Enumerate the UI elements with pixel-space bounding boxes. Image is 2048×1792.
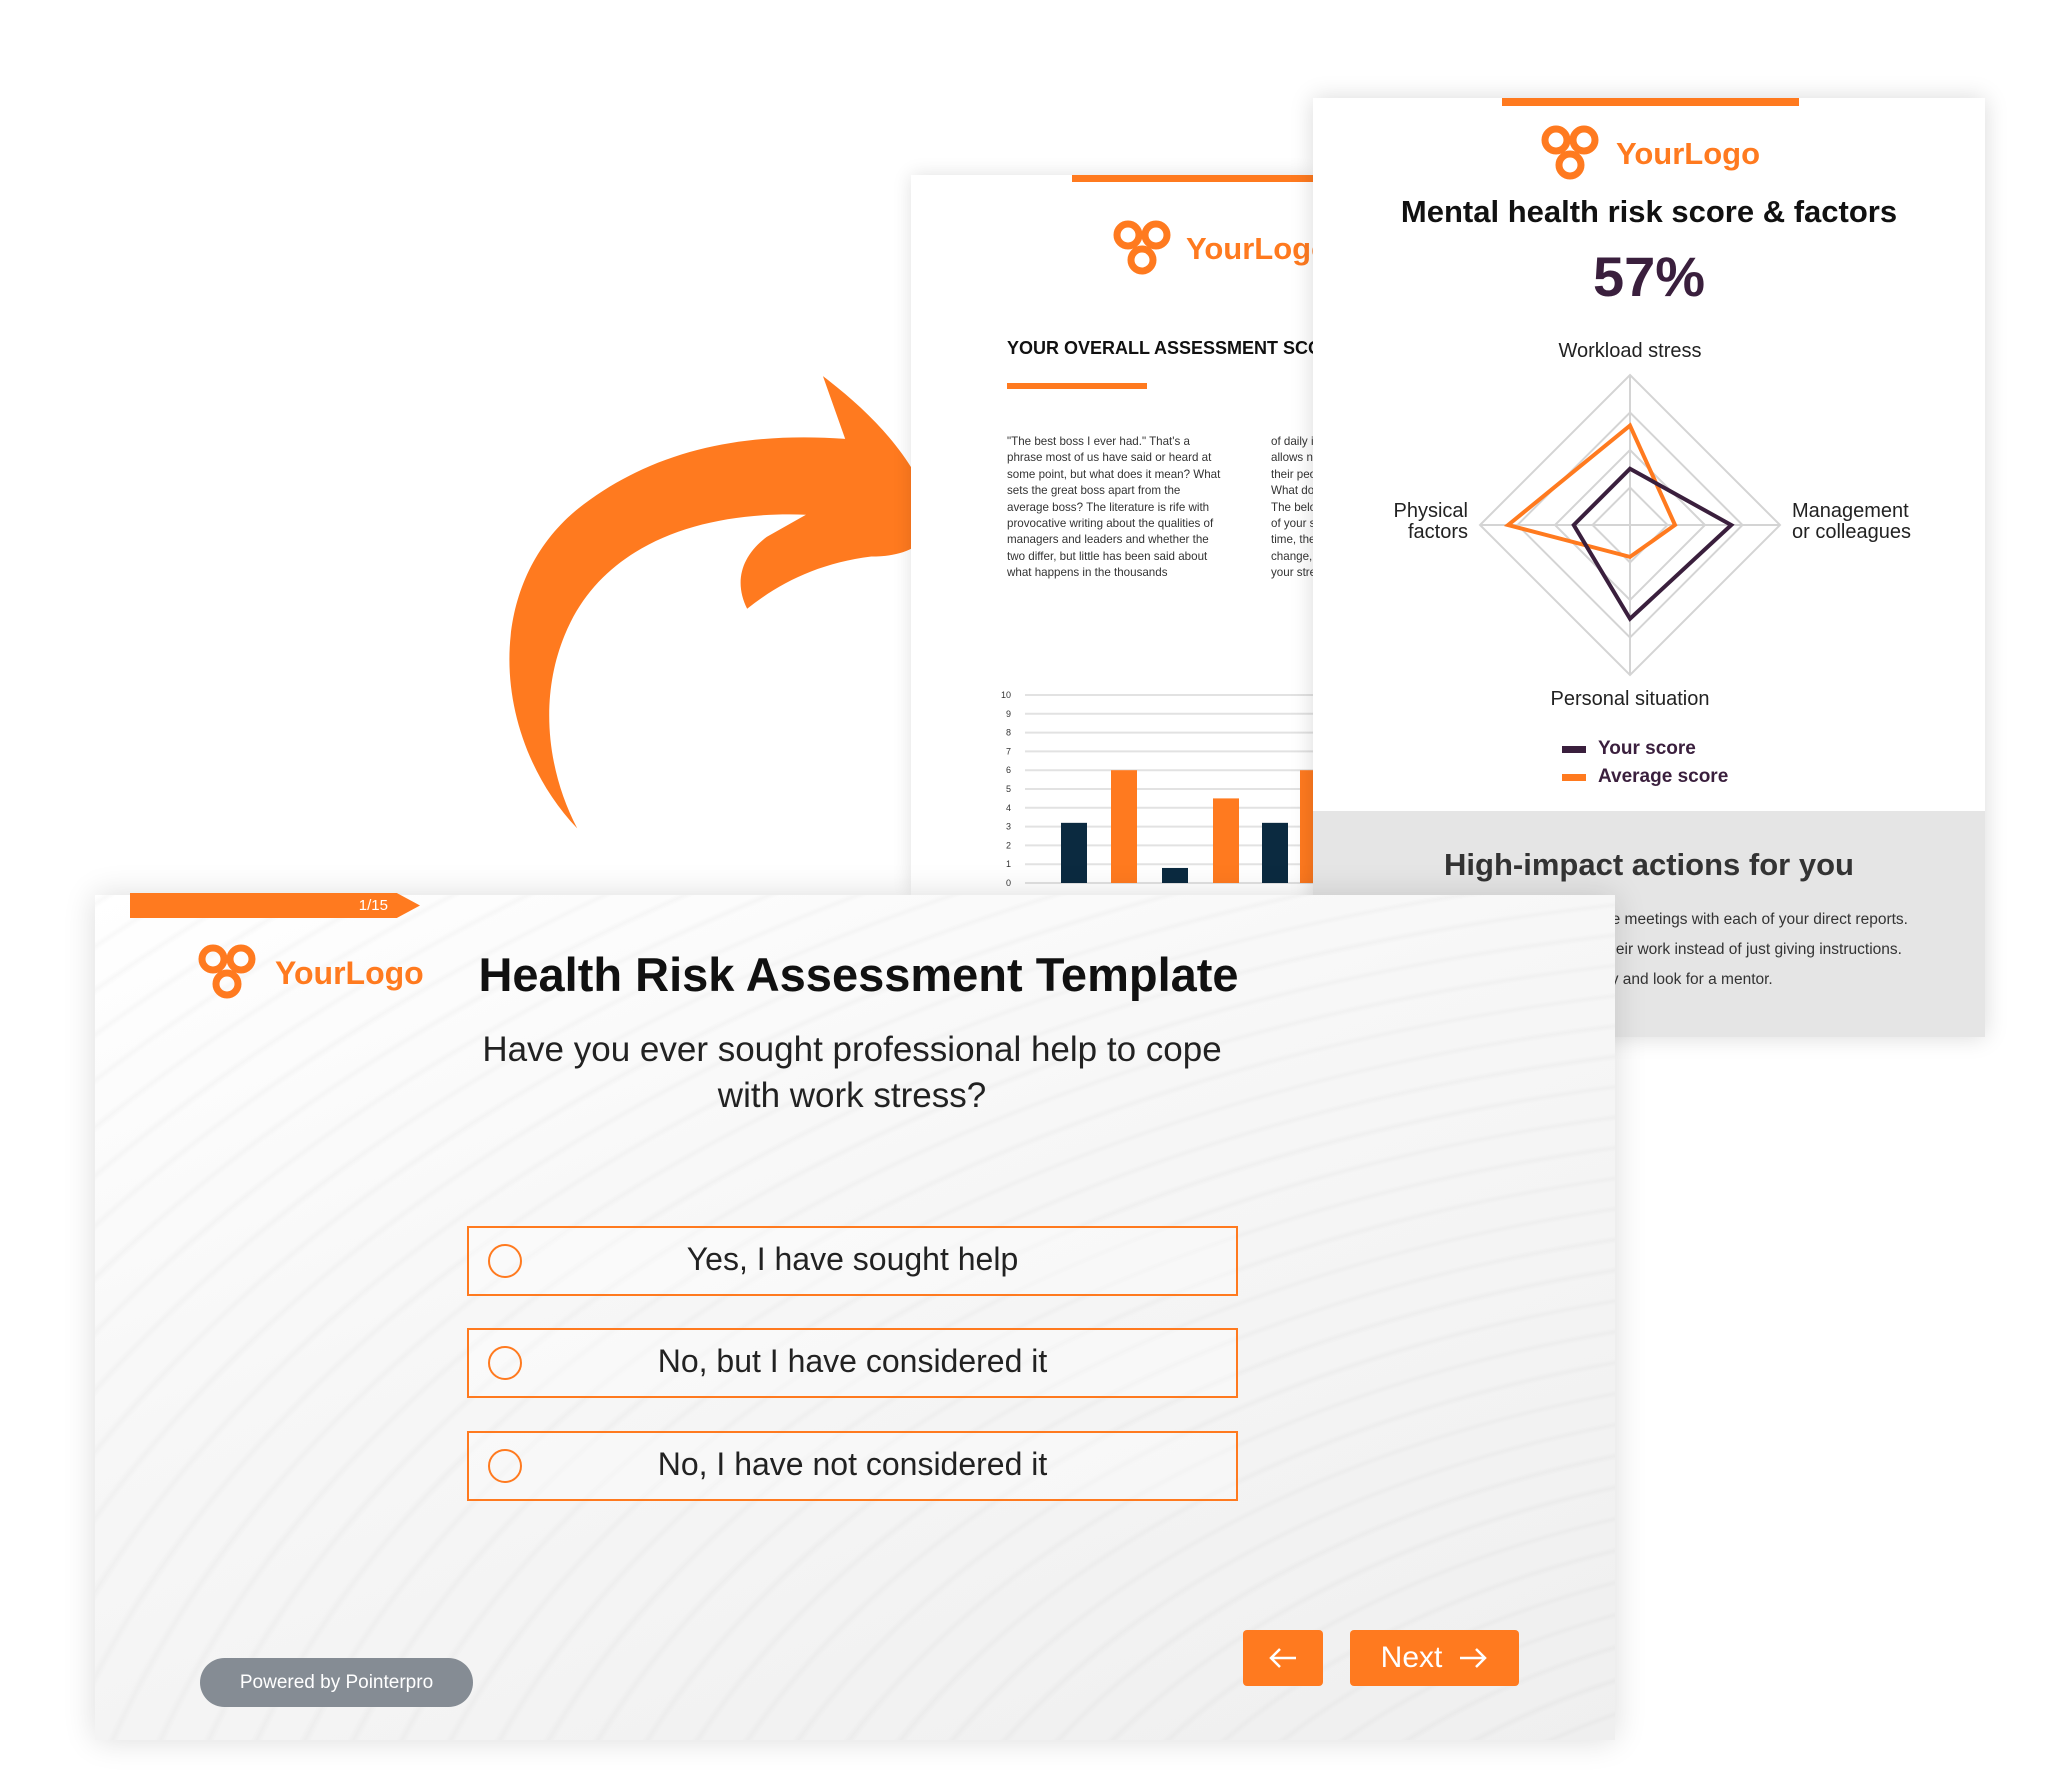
radar-series [1503, 422, 1678, 560]
bar-chart: 0 1 2 3 4 5 6 7 8 9 10 [1001, 690, 1313, 888]
radar-axis-label-line: or colleagues [1792, 521, 1911, 543]
doc-text-column-2: of daily i allows n their peo What do The be… [1271, 434, 1313, 582]
powered-by-badge[interactable]: Powered by Pointerpro [200, 1658, 473, 1707]
y-tick-label: 6 [1006, 765, 1011, 775]
doc-heading: YOUR OVERALL ASSESSMENT SCOR [1007, 338, 1313, 358]
doc-text-line: of your s [1271, 517, 1313, 531]
bar [1300, 770, 1313, 883]
answer-option-not-considered[interactable]: No, I have not considered it [467, 1431, 1238, 1501]
bar [1111, 770, 1137, 883]
radar-axis-label-line: Workload stress [1558, 340, 1701, 362]
curved-arrow-icon [509, 376, 935, 829]
question-text: Have you ever sought professional help t… [482, 1030, 1222, 1115]
legend-label: Average score [1598, 766, 1729, 787]
heading-underline [1007, 383, 1147, 389]
report-title: Mental health risk score & factors [1400, 194, 1898, 229]
arrow-left-icon [1269, 1648, 1296, 1668]
doc-text-line: their peo [1271, 467, 1313, 481]
logo-text: YourLogo [1186, 231, 1313, 266]
progress-indicator: 1/15 [130, 893, 420, 918]
radar-axis-label-line: Personal situation [1551, 688, 1710, 710]
logo-icon [198, 944, 256, 999]
arrow-right-icon [1460, 1648, 1488, 1668]
radar-axis-label: Workload stress [1558, 340, 1701, 362]
doc-text-column-1: "The best boss I ever had." That's a phr… [1007, 435, 1221, 580]
doc-text-line: change, [1271, 549, 1313, 563]
accent-bar [1502, 98, 1799, 106]
doc-text-line: time, the [1271, 533, 1313, 547]
logo: YourLogo [1540, 125, 1760, 183]
bar [1061, 822, 1087, 883]
action-item: their work instead of just giving instru… [1603, 941, 1902, 958]
y-tick-label: 8 [1006, 728, 1011, 738]
y-tick-label: 9 [1006, 709, 1011, 719]
option-label: No, but I have considered it [657, 1343, 1048, 1379]
risk-score: 57% [1592, 245, 1706, 308]
doc-text-line: of daily i [1271, 435, 1313, 448]
legend-your-score: Your score [1562, 738, 1696, 760]
radar-axis-label: Management or colleagues [1792, 500, 1911, 543]
y-tick-label: 3 [1006, 822, 1011, 832]
radar-axis-label: Personal situation [1551, 688, 1710, 710]
legend-average-score: Average score [1562, 766, 1728, 788]
logo-icon [1113, 220, 1171, 275]
y-tick-label: 1 [1006, 859, 1011, 869]
option-label: Yes, I have sought help [686, 1241, 1019, 1277]
logo: YourLogo [1112, 220, 1313, 278]
page-title: Health Risk Assessment Template [478, 948, 1239, 1001]
logo-text: YourLogo [1616, 136, 1761, 171]
next-label: Next [1380, 1641, 1443, 1674]
bar [1262, 822, 1288, 883]
answer-option-yes[interactable]: Yes, I have sought help [467, 1226, 1238, 1296]
radar-axis-label-line: Physical [1394, 500, 1468, 522]
answer-option-considered[interactable]: No, but I have considered it [467, 1328, 1238, 1398]
actions-title: High-impact actions for you [1444, 847, 1854, 882]
progress-text: 1/15 [358, 897, 388, 914]
logo-icon [1541, 125, 1599, 180]
action-item: ity and look for a mentor. [1603, 971, 1773, 988]
quiz-card: 1/15 YourLogo Health Risk Assessment Tem… [95, 893, 1615, 1740]
legend-label: Your score [1598, 738, 1696, 759]
y-tick-label: 10 [1001, 690, 1011, 700]
bar [1162, 867, 1188, 883]
radar-axis-label: Physical factors [1394, 500, 1468, 543]
next-button[interactable]: Next [1350, 1630, 1519, 1686]
back-button[interactable] [1243, 1630, 1323, 1686]
bar [1213, 798, 1239, 883]
doc-text-line: your stre [1271, 566, 1313, 580]
doc-text-line: What do [1271, 484, 1313, 498]
doc-text-line: allows n [1271, 451, 1313, 465]
radar-axis-label-line: Management [1792, 500, 1909, 522]
y-tick-label: 4 [1006, 803, 1011, 813]
radar-axis-label-line: factors [1408, 521, 1468, 543]
logo-text: YourLogo [275, 954, 424, 991]
y-tick-label: 0 [1006, 878, 1011, 888]
option-label: No, I have not considered it [657, 1446, 1048, 1482]
doc-text-line: The belo [1271, 500, 1313, 514]
y-tick-label: 5 [1006, 784, 1011, 794]
logo: YourLogo [197, 943, 424, 1003]
y-tick-label: 7 [1006, 746, 1011, 756]
action-item: ne meetings with each of your direct rep… [1603, 911, 1908, 928]
legend-swatch [1562, 745, 1586, 753]
accent-bar [1072, 175, 1313, 182]
assessment-report-page: YourLogo YOUR OVERALL ASSESSMENT SCOR "T… [911, 175, 1313, 895]
y-tick-label: 2 [1006, 840, 1011, 850]
legend-swatch [1562, 773, 1586, 781]
